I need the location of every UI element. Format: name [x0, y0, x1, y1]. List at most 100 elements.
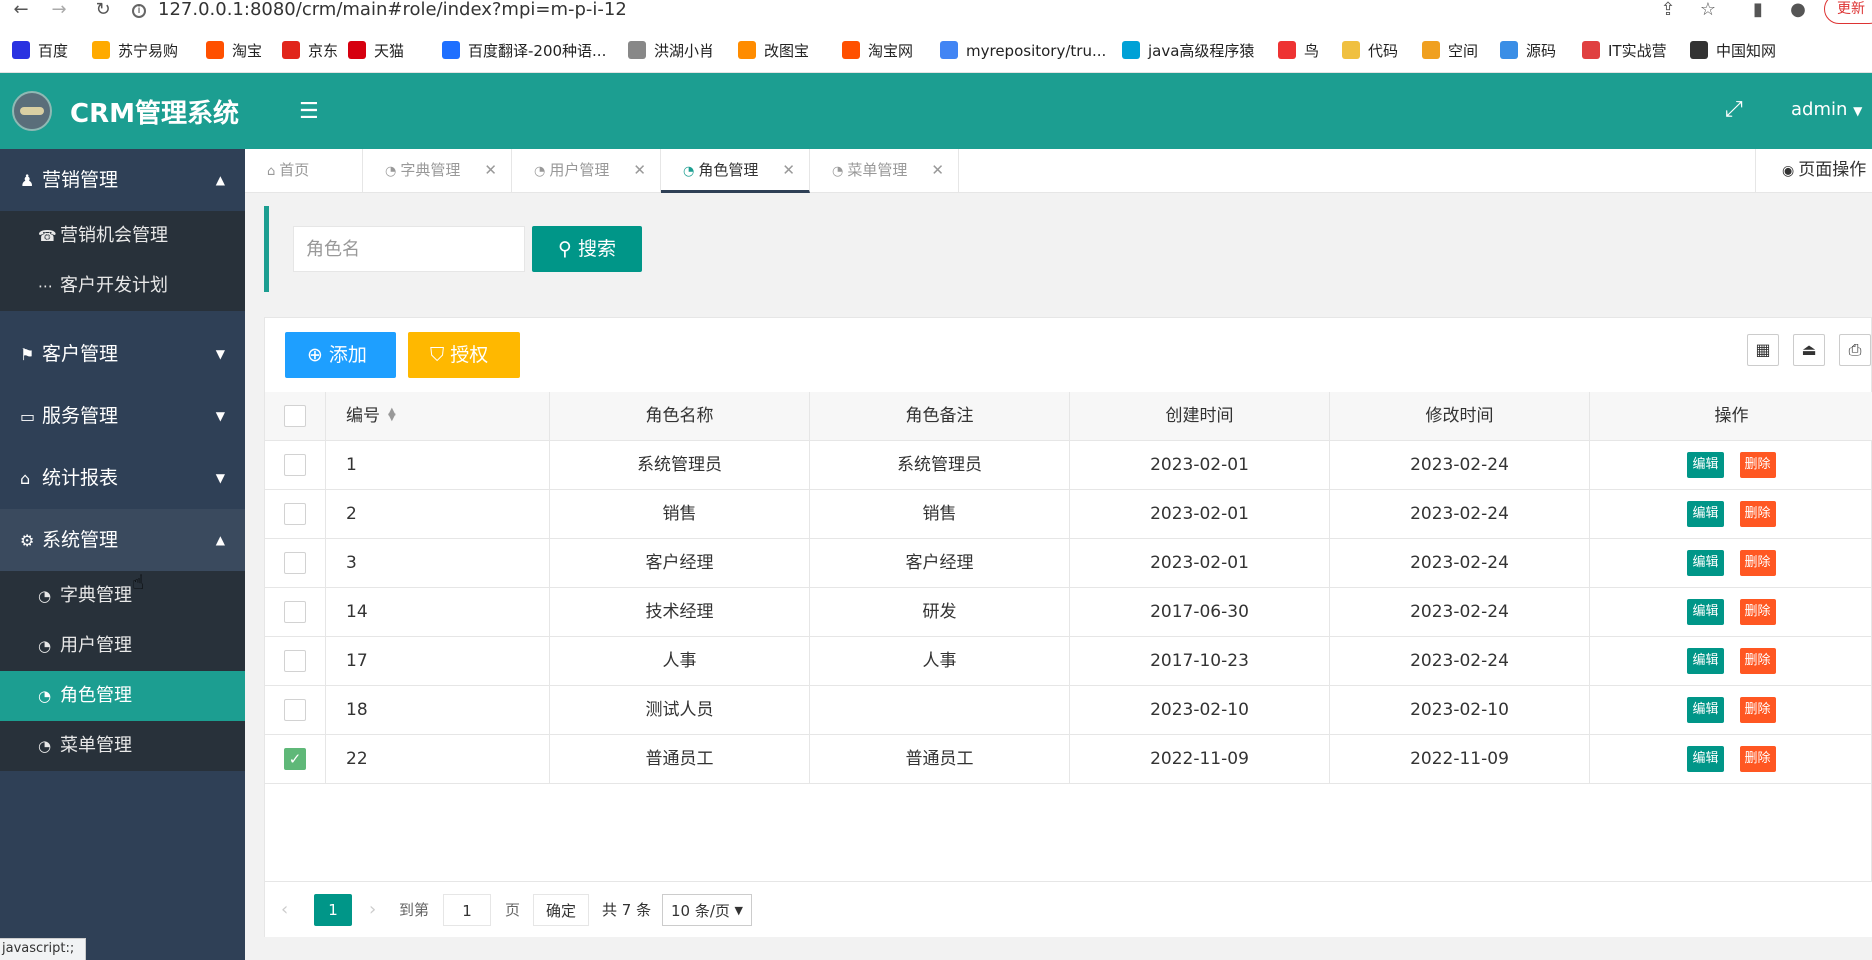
table-row[interactable]: 3 客户经理 客户经理 2023-02-01 2023-02-24 编辑 删除 [265, 539, 1872, 588]
row-select-cell [265, 588, 326, 637]
delete-button[interactable]: 删除 [1739, 501, 1776, 527]
bookmark-item[interactable]: myrepository/tru... [940, 38, 1106, 64]
sidebar-item-dict[interactable]: ◔ 字典管理 [0, 571, 245, 621]
star-icon[interactable]: ☆ [1697, 0, 1719, 22]
tab-user[interactable]: ◔ 用户管理 ✕ [512, 149, 661, 192]
row-checkbox[interactable] [284, 699, 306, 721]
goto-confirm-button[interactable]: 确定 [533, 894, 589, 926]
page-1-button[interactable]: 1 [314, 894, 352, 926]
select-all-checkbox[interactable] [284, 405, 306, 427]
prev-page-icon[interactable]: ‹ [281, 894, 288, 926]
add-button[interactable]: ⊕ 添加 [285, 332, 396, 378]
close-icon[interactable]: ✕ [931, 149, 944, 192]
table-row[interactable]: 17 人事 人事 2017-10-23 2023-02-24 编辑 删除 [265, 637, 1872, 686]
reload-icon[interactable]: ↻ [92, 0, 114, 22]
row-checkbox[interactable] [284, 601, 306, 623]
fullscreen-icon[interactable]: ⤢ [1725, 97, 1743, 122]
close-icon[interactable]: ✕ [782, 149, 795, 192]
bookmark-item[interactable]: 百度翻译-200种语... [442, 38, 606, 64]
page-ops-dropdown[interactable]: ◉ 页面操作 [1755, 149, 1872, 192]
bookmark-item[interactable]: java高级程序猿 [1122, 38, 1254, 64]
export-icon[interactable]: ⏏ [1793, 334, 1825, 366]
forward-icon[interactable]: → [48, 0, 70, 22]
share-icon[interactable]: ⇪ [1657, 0, 1679, 22]
col-id-header[interactable]: 编号 ▲ ▼ [326, 392, 550, 441]
page-size-select[interactable]: 10 条/页 ▼ [662, 894, 752, 926]
goto-page-input[interactable]: 1 [443, 894, 491, 926]
edit-button[interactable]: 编辑 [1687, 501, 1724, 527]
bookmark-item[interactable]: 空间 [1422, 38, 1478, 64]
site-info-icon[interactable]: i [132, 4, 146, 18]
tab-home[interactable]: ⌂ 首页 [245, 149, 363, 192]
table-row[interactable]: 14 技术经理 研发 2017-06-30 2023-02-24 编辑 删除 [265, 588, 1872, 637]
bookmark-item[interactable]: 京东 [282, 38, 338, 64]
columns-filter-icon[interactable]: ▦ [1747, 334, 1779, 366]
update-button[interactable]: 更新 [1824, 0, 1872, 24]
bookmark-item[interactable]: 洪湖小肖 [628, 38, 714, 64]
edit-button[interactable]: 编辑 [1687, 648, 1724, 674]
sidebar-group-system[interactable]: ⚙ 系统管理 ▲ [0, 509, 245, 571]
bookmark-item[interactable]: 百度 [12, 38, 68, 64]
search-input[interactable] [293, 226, 525, 272]
table-row[interactable]: ✓ 22 普通员工 普通员工 2022-11-09 2022-11-09 编辑 删除 [265, 735, 1872, 784]
bookmark-item[interactable]: 代码 [1342, 38, 1398, 64]
tab-dict[interactable]: ◔ 字典管理 ✕ [363, 149, 512, 192]
sidebar-group-marketing[interactable]: ♟ 营销管理 ▲ [0, 149, 245, 211]
back-icon[interactable]: ← [10, 0, 32, 22]
cell-id: 17 [326, 637, 550, 686]
bookmark-item[interactable]: 鸟 [1278, 38, 1319, 64]
delete-button[interactable]: 删除 [1739, 648, 1776, 674]
bookmark-item[interactable]: 改图宝 [738, 38, 809, 64]
bookmark-item[interactable]: 天猫 [348, 38, 404, 64]
url-bar[interactable]: i 127.0.0.1:8080/crm/main#role/index?mpi=… [132, 0, 1832, 22]
menu-toggle-icon[interactable]: ☰ [299, 99, 319, 124]
bookmark-item[interactable]: 中国知网 [1690, 38, 1776, 64]
sidepanel-icon[interactable]: ▮ [1747, 0, 1769, 22]
edit-button[interactable]: 编辑 [1687, 452, 1724, 478]
sidebar-group-report[interactable]: ⌂ 统计报表 ▼ [0, 447, 245, 509]
sidebar-item-user[interactable]: ◔ 用户管理 [0, 621, 245, 671]
user-menu[interactable]: admin ▼ [1791, 99, 1862, 120]
row-checkbox[interactable]: ✓ [284, 748, 306, 770]
sort-icon[interactable]: ▲ ▼ [388, 407, 396, 423]
row-checkbox[interactable] [284, 552, 306, 574]
sidebar-group-service[interactable]: ▭ 服务管理 ▼ [0, 385, 245, 447]
edit-button[interactable]: 编辑 [1687, 550, 1724, 576]
table-row[interactable]: 18 测试人员 2023-02-10 2023-02-10 编辑 删除 [265, 686, 1872, 735]
row-checkbox[interactable] [284, 503, 306, 525]
delete-button[interactable]: 删除 [1739, 599, 1776, 625]
sidebar-item-menu[interactable]: ◔ 菜单管理 [0, 721, 245, 771]
edit-button[interactable]: 编辑 [1687, 746, 1724, 772]
bookmark-item[interactable]: 淘宝 [206, 38, 262, 64]
sidebar-item-dev-plan[interactable]: ⋯ 客户开发计划 [0, 261, 245, 311]
next-page-icon[interactable]: › [369, 894, 376, 926]
cell-id: 1 [326, 441, 550, 490]
search-button[interactable]: ⚲ 搜索 [532, 226, 642, 272]
tab-role[interactable]: ◔ 角色管理 ✕ [661, 149, 810, 193]
table-row[interactable]: 1 系统管理员 系统管理员 2023-02-01 2023-02-24 编辑 删除 [265, 441, 1872, 490]
row-checkbox[interactable] [284, 650, 306, 672]
total-count: 共 7 条 [602, 901, 652, 919]
table-row[interactable]: 2 销售 销售 2023-02-01 2023-02-24 编辑 删除 [265, 490, 1872, 539]
edit-button[interactable]: 编辑 [1687, 697, 1724, 723]
sidebar-item-opportunity[interactable]: ☎ 营销机会管理 [0, 211, 245, 261]
bookmark-item[interactable]: 源码 [1500, 38, 1556, 64]
bookmark-item[interactable]: IT实战营 [1582, 38, 1667, 64]
close-icon[interactable]: ✕ [633, 149, 646, 192]
bookmark-item[interactable]: 苏宁易购 [92, 38, 178, 64]
row-checkbox[interactable] [284, 454, 306, 476]
sidebar-item-role[interactable]: ◔ 角色管理 [0, 671, 245, 721]
close-icon[interactable]: ✕ [484, 149, 497, 192]
delete-button[interactable]: 删除 [1739, 452, 1776, 478]
delete-button[interactable]: 删除 [1739, 746, 1776, 772]
edit-button[interactable]: 编辑 [1687, 599, 1724, 625]
delete-button[interactable]: 删除 [1739, 697, 1776, 723]
authorize-button[interactable]: ⛉ 授权 [408, 332, 520, 378]
sidebar-group-customer[interactable]: ⚑ 客户管理 ▼ [0, 323, 245, 385]
profile-icon[interactable]: ● [1787, 0, 1809, 22]
tab-menu[interactable]: ◔ 菜单管理 ✕ [810, 149, 959, 192]
bookmark-item[interactable]: 淘宝网 [842, 38, 913, 64]
tab-label: 用户管理 [549, 161, 610, 179]
delete-button[interactable]: 删除 [1739, 550, 1776, 576]
print-icon[interactable]: ⎙ [1839, 334, 1871, 366]
